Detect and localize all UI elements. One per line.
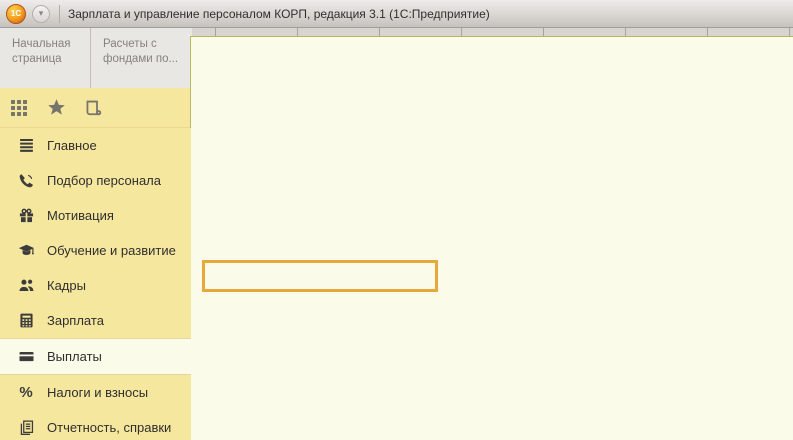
tab-tick [789, 27, 790, 36]
payment-card-icon [17, 348, 35, 366]
sidebar-item-reports[interactable]: Отчетность, справки [0, 410, 191, 440]
app-window: 1С ▾ Зарплата и управление персоналом КО… [0, 0, 793, 440]
sidebar-item-label: Выплаты [47, 349, 102, 364]
documents-icon [17, 419, 35, 437]
section-command-panel [190, 36, 793, 440]
phone-icon [17, 172, 35, 190]
sidebar-item-recruiting[interactable]: Подбор персонала [0, 163, 191, 198]
sidebar-item-label: Отчетность, справки [47, 420, 171, 435]
sidebar-nav: Главное Подбор персонала Мотивация Обуче… [0, 128, 191, 440]
gift-icon [17, 207, 35, 225]
sidebar-item-label: Зарплата [47, 313, 104, 328]
favorites-star-button[interactable] [41, 93, 71, 123]
sidebar-item-hr[interactable]: Кадры [0, 268, 191, 303]
tab-tick [297, 27, 298, 36]
percent-icon: % [17, 384, 35, 402]
history-button[interactable] [78, 93, 108, 123]
system-menu-button[interactable]: ▾ [32, 5, 50, 23]
1c-logo-icon: 1С [6, 4, 26, 24]
apps-grid-button[interactable] [4, 93, 34, 123]
function-toolbar [0, 88, 190, 128]
history-scroll-icon [83, 98, 103, 118]
window-title: Зарплата и управление персоналом КОРП, р… [68, 7, 490, 21]
sidebar-item-main[interactable]: Главное [0, 128, 191, 163]
chevron-down-icon: ▾ [39, 8, 44, 19]
calculator-icon [17, 312, 35, 330]
tab-tick [707, 27, 708, 36]
sidebar-item-label: Мотивация [47, 208, 114, 223]
menu-icon [17, 137, 35, 155]
sidebar-item-label: Обучение и развитие [47, 243, 176, 258]
sidebar-item-label: Кадры [47, 278, 86, 293]
sidebar-item-payments[interactable]: Выплаты [0, 338, 191, 375]
sidebar-item-salary[interactable]: Зарплата [0, 303, 191, 338]
apps-grid-icon [10, 99, 28, 117]
graduation-cap-icon [17, 242, 35, 260]
favorites-star-icon [47, 98, 66, 117]
titlebar-divider [59, 5, 60, 23]
people-icon [17, 277, 35, 295]
tab-tick [461, 27, 462, 36]
tab-tick [625, 27, 626, 36]
tab-tick [215, 27, 216, 36]
sidebar-item-taxes[interactable]: % Налоги и взносы [0, 375, 191, 410]
title-bar: 1С ▾ Зарплата и управление персоналом КО… [0, 0, 793, 28]
tab-tick [379, 27, 380, 36]
sidebar-item-label: Главное [47, 138, 97, 153]
tab-tick [543, 27, 544, 36]
sidebar-item-motivation[interactable]: Мотивация [0, 198, 191, 233]
sidebar-item-label: Подбор персонала [47, 173, 161, 188]
tab-home[interactable]: Начальная страница [0, 27, 90, 88]
sidebar-item-label: Налоги и взносы [47, 385, 148, 400]
sidebar-item-training[interactable]: Обучение и развитие [0, 233, 191, 268]
tab-fund-settlements[interactable]: Расчеты с фондами по... [91, 27, 192, 88]
